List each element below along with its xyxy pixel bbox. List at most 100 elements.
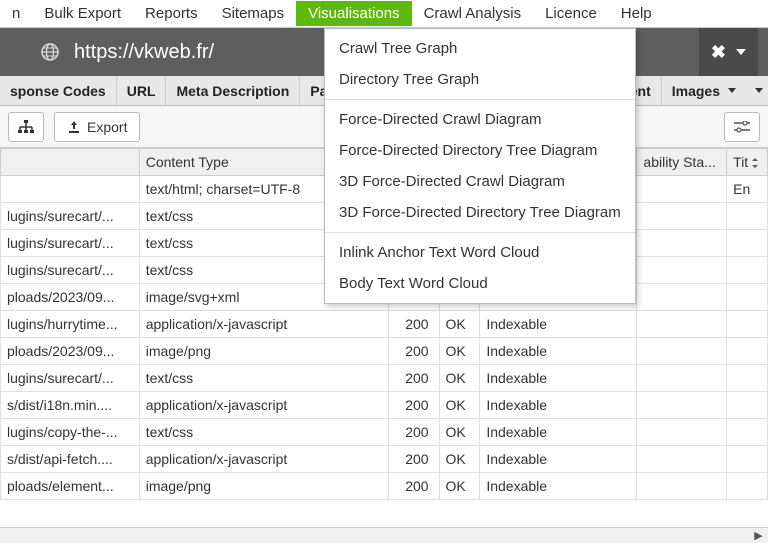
cell-status: OK: [439, 311, 480, 338]
cell-idx: Indexable: [480, 311, 637, 338]
export-button[interactable]: Export: [54, 112, 140, 142]
table-row[interactable]: s/dist/api-fetch....application/x-javasc…: [1, 446, 768, 473]
cell-addr: ploads/2023/09...: [1, 338, 140, 365]
menu-item-3d-force-directed-crawl-diagram[interactable]: 3D Force-Directed Crawl Diagram: [325, 166, 635, 197]
cell-ista: [637, 257, 727, 284]
cell-tit: [727, 365, 768, 392]
tabs-overflow[interactable]: [746, 76, 768, 105]
cell-tit: [727, 392, 768, 419]
close-icon[interactable]: ✖: [711, 42, 726, 63]
menu-licence[interactable]: Licence: [533, 1, 609, 26]
cell-tit: [727, 419, 768, 446]
cell-idx: Indexable: [480, 473, 637, 500]
cell-tit: [727, 311, 768, 338]
cell-addr: ploads/element...: [1, 473, 140, 500]
menu-crawl-analysis[interactable]: Crawl Analysis: [412, 1, 534, 26]
tab-sponse-codes[interactable]: sponse Codes: [0, 76, 117, 105]
column-header[interactable]: Tit: [727, 149, 768, 176]
cell-ista: [637, 392, 727, 419]
cell-code: 200: [388, 446, 439, 473]
cell-addr: lugins/surecart/...: [1, 203, 140, 230]
urlbar-actions: ✖: [699, 28, 758, 76]
cell-ct: text/css: [139, 365, 388, 392]
menu-item-3d-force-directed-directory-tree-diagram[interactable]: 3D Force-Directed Directory Tree Diagram: [325, 197, 635, 228]
tree-view-button[interactable]: [8, 112, 44, 142]
cell-ct: image/png: [139, 338, 388, 365]
cell-addr: lugins/hurrytime...: [1, 311, 140, 338]
menu-item-force-directed-directory-tree-diagram[interactable]: Force-Directed Directory Tree Diagram: [325, 135, 635, 166]
menu-bulk-export[interactable]: Bulk Export: [32, 1, 133, 26]
cell-tit: [727, 203, 768, 230]
menu-item-body-text-word-cloud[interactable]: Body Text Word Cloud: [325, 268, 635, 299]
menu-separator: [325, 232, 635, 233]
cell-tit: [727, 446, 768, 473]
cell-idx: Indexable: [480, 419, 637, 446]
table-row[interactable]: ploads/2023/09...image/png200OKIndexable: [1, 338, 768, 365]
cell-tit: En: [727, 176, 768, 203]
cell-status: OK: [439, 365, 480, 392]
cell-addr: ploads/2023/09...: [1, 284, 140, 311]
cell-tit: [727, 284, 768, 311]
cell-code: 200: [388, 311, 439, 338]
cell-idx: Indexable: [480, 446, 637, 473]
chevron-down-icon: [755, 88, 763, 93]
upload-icon: [67, 120, 81, 134]
menu-item-inlink-anchor-text-word-cloud[interactable]: Inlink Anchor Text Word Cloud: [325, 237, 635, 268]
cell-ista: [637, 365, 727, 392]
cell-status: OK: [439, 446, 480, 473]
chevron-down-icon: [728, 88, 736, 93]
cell-tit: [727, 338, 768, 365]
cell-ista: [637, 311, 727, 338]
table-row[interactable]: lugins/copy-the-...text/css200OKIndexabl…: [1, 419, 768, 446]
menu-reports[interactable]: Reports: [133, 1, 210, 26]
cell-ista: [637, 203, 727, 230]
cell-addr: s/dist/i18n.min....: [1, 392, 140, 419]
cell-addr: lugins/copy-the-...: [1, 419, 140, 446]
cell-ista: [637, 419, 727, 446]
cell-code: 200: [388, 419, 439, 446]
table-row[interactable]: lugins/surecart/...text/css200OKIndexabl…: [1, 365, 768, 392]
cell-tit: [727, 257, 768, 284]
filter-settings-button[interactable]: [724, 112, 760, 142]
menu-help[interactable]: Help: [609, 1, 664, 26]
column-header[interactable]: [1, 149, 140, 176]
menu-visualisations[interactable]: Visualisations: [296, 1, 411, 26]
table-row[interactable]: lugins/hurrytime...application/x-javascr…: [1, 311, 768, 338]
tab-meta-description[interactable]: Meta Description: [166, 76, 300, 105]
scroll-right-icon[interactable]: ▶: [753, 530, 764, 541]
table-row[interactable]: s/dist/i18n.min....application/x-javascr…: [1, 392, 768, 419]
cell-code: 200: [388, 392, 439, 419]
export-label: Export: [87, 119, 127, 135]
cell-ista: [637, 473, 727, 500]
cell-ista: [637, 284, 727, 311]
cell-code: 200: [388, 338, 439, 365]
cell-ct: application/x-javascript: [139, 311, 388, 338]
cell-ista: [637, 176, 727, 203]
cell-ct: application/x-javascript: [139, 392, 388, 419]
tab-url[interactable]: URL: [117, 76, 167, 105]
cell-idx: Indexable: [480, 365, 637, 392]
cell-status: OK: [439, 392, 480, 419]
cell-addr: [1, 176, 140, 203]
cell-idx: Indexable: [480, 338, 637, 365]
tab-images[interactable]: Images: [662, 76, 746, 105]
cell-idx: Indexable: [480, 392, 637, 419]
dropdown-caret-icon[interactable]: [736, 49, 746, 55]
menu-sitemaps[interactable]: Sitemaps: [210, 1, 297, 26]
menu-item-force-directed-crawl-diagram[interactable]: Force-Directed Crawl Diagram: [325, 104, 635, 135]
cell-code: 200: [388, 365, 439, 392]
column-header[interactable]: ability Sta...: [637, 149, 727, 176]
table-row[interactable]: ploads/element...image/png200OKIndexable: [1, 473, 768, 500]
cell-ct: text/css: [139, 419, 388, 446]
globe-icon: [40, 42, 60, 62]
cell-code: 200: [388, 473, 439, 500]
menu-item-crawl-tree-graph[interactable]: Crawl Tree Graph: [325, 33, 635, 64]
cell-status: OK: [439, 419, 480, 446]
horizontal-scrollbar[interactable]: ▶: [0, 527, 768, 543]
menu-n[interactable]: n: [0, 1, 32, 26]
menu-item-directory-tree-graph[interactable]: Directory Tree Graph: [325, 64, 635, 95]
cell-addr: lugins/surecart/...: [1, 365, 140, 392]
cell-ista: [637, 446, 727, 473]
cell-ista: [637, 230, 727, 257]
cell-ct: application/x-javascript: [139, 446, 388, 473]
